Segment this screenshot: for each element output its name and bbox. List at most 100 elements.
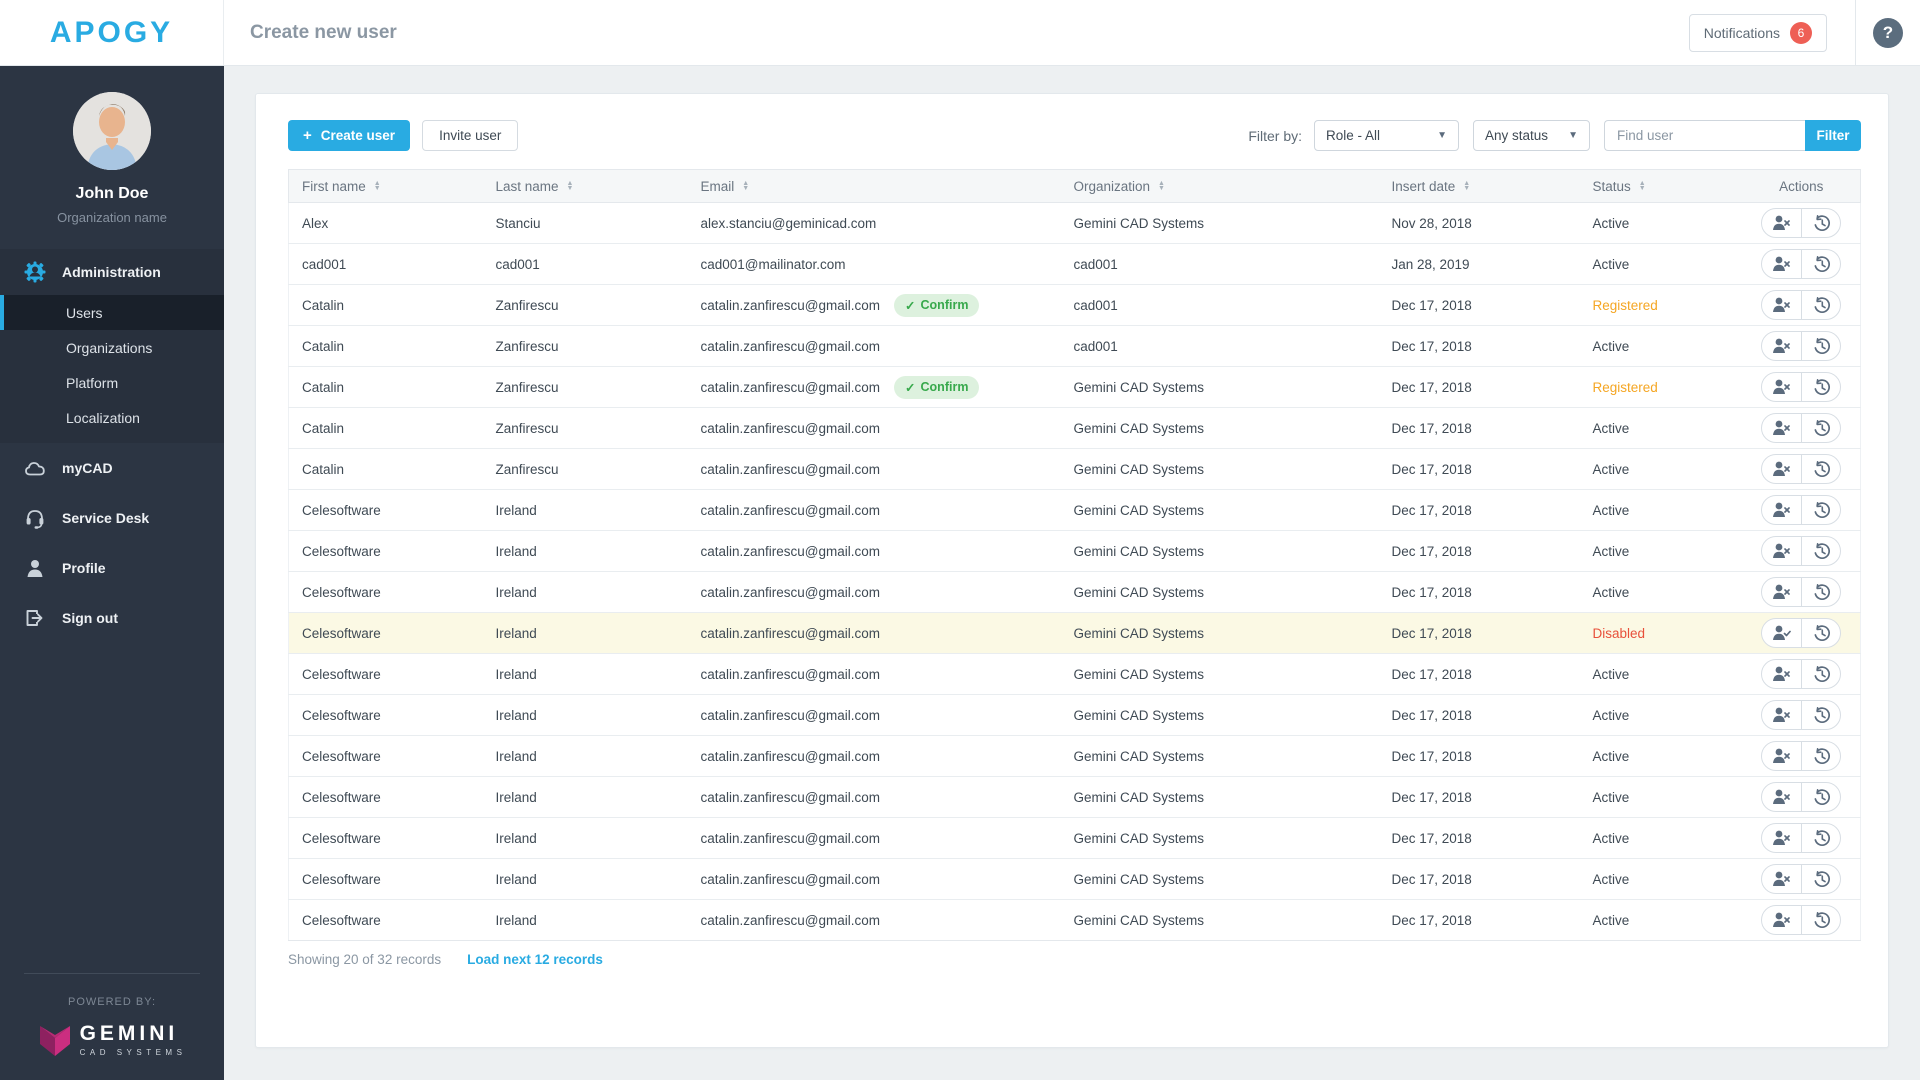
column-header-email[interactable]: Email ▲ ▼ xyxy=(700,169,1074,203)
toggle-user-button[interactable] xyxy=(1762,414,1801,442)
history-button[interactable] xyxy=(1801,414,1840,442)
history-button[interactable] xyxy=(1801,373,1840,401)
cell-first-name: Celesoftware xyxy=(288,817,496,859)
history-icon xyxy=(1814,460,1830,477)
history-button[interactable] xyxy=(1801,660,1840,688)
toggle-user-button[interactable] xyxy=(1762,373,1801,401)
email-text: catalin.zanfirescu@gmail.com xyxy=(700,543,881,559)
toggle-user-button[interactable] xyxy=(1762,578,1801,606)
toggle-user-button[interactable] xyxy=(1762,537,1801,565)
sort-icon[interactable]: ▲ ▼ xyxy=(374,180,381,192)
cell-last-name: Zanfirescu xyxy=(495,366,701,408)
sidebar-item-administration[interactable]: Administration xyxy=(0,249,224,295)
sidebar-item-localization[interactable]: Localization xyxy=(0,400,224,435)
column-header-actions: Actions xyxy=(1742,169,1861,203)
history-button[interactable] xyxy=(1801,701,1840,729)
administration-submenu: Users Organizations Platform Localizatio… xyxy=(0,295,224,435)
column-header-status[interactable]: Status ▲ ▼ xyxy=(1592,169,1743,203)
column-header-insert-date[interactable]: Insert date ▲ ▼ xyxy=(1391,169,1593,203)
toggle-user-button[interactable] xyxy=(1762,332,1801,360)
sidebar-item-profile[interactable]: Profile xyxy=(0,543,224,593)
disable-user-icon xyxy=(1773,543,1791,558)
cell-last-name: Ireland xyxy=(495,612,701,654)
confirm-badge[interactable]: ✓ Confirm xyxy=(894,293,980,317)
sort-icon[interactable]: ▲ ▼ xyxy=(1639,180,1646,192)
cell-insert-date: Dec 17, 2018 xyxy=(1391,735,1593,777)
sort-icon[interactable]: ▲ ▼ xyxy=(1463,180,1470,192)
disable-user-icon xyxy=(1773,338,1791,353)
cell-organization: Gemini CAD Systems xyxy=(1073,448,1392,490)
history-button[interactable] xyxy=(1801,537,1840,565)
confirm-badge[interactable]: ✓ Confirm xyxy=(894,375,980,399)
history-button[interactable] xyxy=(1801,742,1840,770)
create-user-button[interactable]: + Create user xyxy=(288,120,411,151)
sort-icon[interactable]: ▲ ▼ xyxy=(742,180,749,192)
toggle-user-button[interactable] xyxy=(1762,783,1801,811)
sidebar-item-mycad[interactable]: myCAD xyxy=(0,443,224,493)
sidebar-item-sign-out[interactable]: Sign out xyxy=(0,593,224,643)
toggle-user-button[interactable] xyxy=(1762,291,1801,319)
column-header-first-name[interactable]: First name ▲ ▼ xyxy=(288,169,496,203)
toggle-user-button[interactable] xyxy=(1762,742,1801,770)
cell-first-name: Celesoftware xyxy=(288,612,496,654)
avatar-photo-icon xyxy=(73,92,151,170)
history-button[interactable] xyxy=(1801,496,1840,524)
toggle-user-button[interactable] xyxy=(1762,455,1801,483)
history-button[interactable] xyxy=(1801,250,1840,278)
history-button[interactable] xyxy=(1801,906,1840,934)
history-button[interactable] xyxy=(1801,332,1840,360)
history-button[interactable] xyxy=(1801,291,1840,319)
find-user-input[interactable] xyxy=(1604,120,1805,151)
status-text: Active xyxy=(1592,789,1630,805)
toggle-user-button[interactable] xyxy=(1762,824,1801,852)
history-button[interactable] xyxy=(1801,209,1840,237)
help-icon[interactable]: ? xyxy=(1873,17,1903,48)
invite-user-button[interactable]: Invite user xyxy=(422,120,519,151)
toggle-user-button[interactable] xyxy=(1762,250,1801,278)
sidebar-item-users[interactable]: Users xyxy=(0,295,224,330)
sidebar-item-platform[interactable]: Platform xyxy=(0,365,224,400)
sort-icon[interactable]: ▲ ▼ xyxy=(567,180,574,192)
sidebar-item-service-desk[interactable]: Service Desk xyxy=(0,493,224,543)
column-header-organization[interactable]: Organization ▲ ▼ xyxy=(1073,169,1392,203)
status-filter-select[interactable]: Any status ▼ xyxy=(1473,120,1590,151)
chevron-down-icon: ▼ xyxy=(1437,130,1447,141)
administration-gear-user-icon xyxy=(24,261,46,283)
sidebar-item-organizations[interactable]: Organizations xyxy=(0,330,224,365)
disable-user-icon xyxy=(1773,297,1791,312)
row-actions xyxy=(1761,208,1842,238)
role-filter-select[interactable]: Role - All ▼ xyxy=(1314,120,1459,151)
history-button[interactable] xyxy=(1801,783,1840,811)
toggle-user-button[interactable] xyxy=(1762,660,1801,688)
status-text: Active xyxy=(1592,748,1630,764)
history-button[interactable] xyxy=(1801,619,1840,647)
toggle-user-button[interactable] xyxy=(1762,701,1801,729)
history-button[interactable] xyxy=(1801,578,1840,606)
toggle-user-button[interactable] xyxy=(1762,865,1801,893)
disable-user-icon xyxy=(1773,502,1791,517)
history-button[interactable] xyxy=(1801,865,1840,893)
table-row: Catalin Zanfirescu catalin.zanfirescu@gm… xyxy=(288,284,1861,326)
email-text: catalin.zanfirescu@gmail.com xyxy=(700,625,881,641)
filter-by-label: Filter by: xyxy=(1248,127,1302,144)
toggle-user-button[interactable] xyxy=(1762,619,1801,647)
toggle-user-button[interactable] xyxy=(1762,906,1801,934)
history-button[interactable] xyxy=(1801,824,1840,852)
history-icon xyxy=(1814,214,1830,231)
table-row: Catalin Zanfirescu catalin.zanfirescu@gm… xyxy=(288,325,1861,367)
sort-icon[interactable]: ▲ ▼ xyxy=(1158,180,1165,192)
cell-first-name: Celesoftware xyxy=(288,694,496,736)
disable-user-icon xyxy=(1773,830,1791,845)
column-header-last-name[interactable]: Last name ▲ ▼ xyxy=(495,169,701,203)
row-actions xyxy=(1761,618,1842,648)
toggle-user-button[interactable] xyxy=(1762,496,1801,524)
filter-button[interactable]: Filter xyxy=(1805,120,1861,151)
cell-organization: Gemini CAD Systems xyxy=(1073,612,1392,654)
history-button[interactable] xyxy=(1801,455,1840,483)
load-more-link[interactable]: Load next 12 records xyxy=(467,952,603,967)
email-text: catalin.zanfirescu@gmail.com xyxy=(700,420,881,436)
administration-group: Administration Users Organizations Platf… xyxy=(0,249,224,443)
table-row: Celesoftware Ireland catalin.zanfirescu@… xyxy=(288,899,1861,941)
toggle-user-button[interactable] xyxy=(1762,209,1801,237)
notifications-button[interactable]: Notifications 6 xyxy=(1688,13,1827,52)
